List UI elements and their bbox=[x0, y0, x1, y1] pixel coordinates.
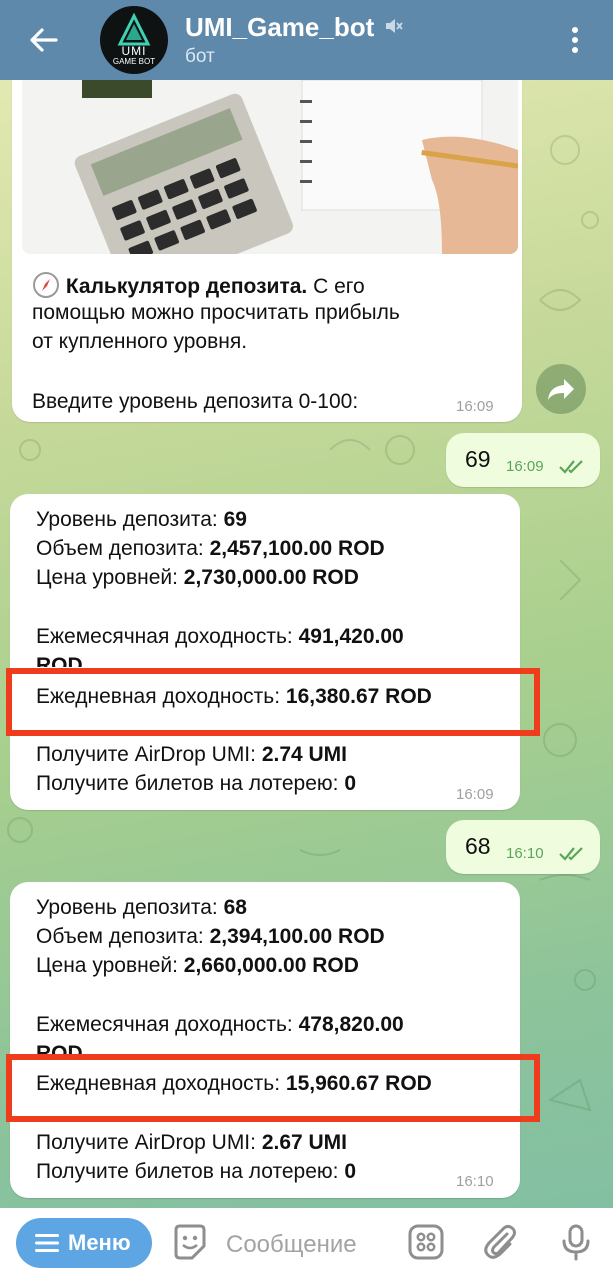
back-arrow-icon[interactable] bbox=[26, 22, 62, 58]
share-arrow-icon bbox=[548, 379, 574, 400]
price-line: Цена уровней: 2,660,000.00 ROD bbox=[36, 954, 359, 977]
chat-title[interactable]: UMI_Game_bot bbox=[185, 12, 374, 43]
result-time: 16:09 bbox=[456, 786, 494, 803]
read-checkmarks-icon bbox=[559, 847, 583, 861]
outgoing-message-time: 16:10 bbox=[506, 845, 544, 862]
menu-button[interactable]: Меню bbox=[16, 1218, 152, 1268]
volume-line: Объем депозита: 2,394,100.00 ROD bbox=[36, 925, 385, 948]
calculator-photo[interactable] bbox=[22, 80, 518, 254]
muted-icon bbox=[386, 19, 403, 33]
monthly-line: Ежемесячная доходность: 491,420.00 bbox=[36, 625, 404, 648]
calc-message-time: 16:09 bbox=[456, 398, 494, 415]
chat-header: UMI GAME BOT UMI_Game_bot бот bbox=[0, 0, 613, 80]
tickets-line: Получите билетов на лотерею: 0 bbox=[36, 772, 357, 795]
calc-text-3: от купленного уровня. bbox=[32, 330, 248, 353]
daily-line: Ежедневная доходность: 15,960.67 ROD bbox=[36, 1072, 432, 1095]
bot-commands-icon[interactable] bbox=[406, 1222, 446, 1262]
calc-title-line: Калькулятор депозита. С его bbox=[32, 271, 365, 300]
monthly-line: Ежемесячная доходность: 478,820.00 bbox=[36, 1013, 404, 1036]
daily-line: Ежедневная доходность: 16,380.67 ROD bbox=[36, 685, 432, 708]
microphone-icon[interactable] bbox=[556, 1222, 596, 1262]
calc-text-2: помощью можно просчитать прибыль bbox=[32, 301, 400, 324]
bot-avatar[interactable]: UMI GAME BOT bbox=[100, 6, 168, 74]
message-input[interactable]: Сообщение bbox=[226, 1231, 357, 1259]
result-time: 16:10 bbox=[456, 1173, 494, 1190]
message-composer: Меню Сообщение bbox=[0, 1208, 613, 1280]
calc-title-bold: Калькулятор депозита. bbox=[65, 275, 308, 298]
tickets-line: Получите билетов на лотерею: 0 bbox=[36, 1160, 357, 1183]
calc-text-4: Введите уровень депозита 0-100: bbox=[32, 390, 359, 413]
forward-button[interactable] bbox=[536, 364, 586, 414]
level-line: Уровень депозита: 69 bbox=[36, 508, 247, 531]
attach-paperclip-icon[interactable] bbox=[480, 1222, 520, 1262]
monthly-unit: ROD bbox=[36, 1042, 83, 1055]
compass-icon bbox=[33, 272, 59, 298]
airdrop-line: Получите AirDrop UMI: 2.67 UMI bbox=[36, 1131, 348, 1154]
volume-line: Объем депозита: 2,457,100.00 ROD bbox=[36, 537, 385, 560]
avatar-text-gamebot: GAME BOT bbox=[112, 57, 156, 66]
calc-text-1: С его bbox=[307, 275, 365, 298]
monthly-unit: ROD bbox=[36, 654, 83, 667]
menu-icon bbox=[35, 1234, 59, 1252]
read-checkmarks-icon bbox=[559, 460, 583, 474]
sticker-emoji-icon[interactable] bbox=[170, 1222, 210, 1262]
outgoing-message-text: 69 bbox=[465, 446, 491, 472]
avatar-text-umi: UMI bbox=[121, 44, 147, 58]
airdrop-line: Получите AirDrop UMI: 2.74 UMI bbox=[36, 743, 348, 766]
level-line: Уровень депозита: 68 bbox=[36, 896, 247, 919]
outgoing-message-text: 68 bbox=[465, 833, 491, 859]
more-options-icon[interactable] bbox=[566, 22, 584, 58]
menu-button-label: Меню bbox=[68, 1230, 131, 1255]
chat-subtitle: бот bbox=[185, 46, 215, 67]
outgoing-message-time: 16:09 bbox=[506, 458, 544, 475]
price-line: Цена уровней: 2,730,000.00 ROD bbox=[36, 566, 359, 589]
